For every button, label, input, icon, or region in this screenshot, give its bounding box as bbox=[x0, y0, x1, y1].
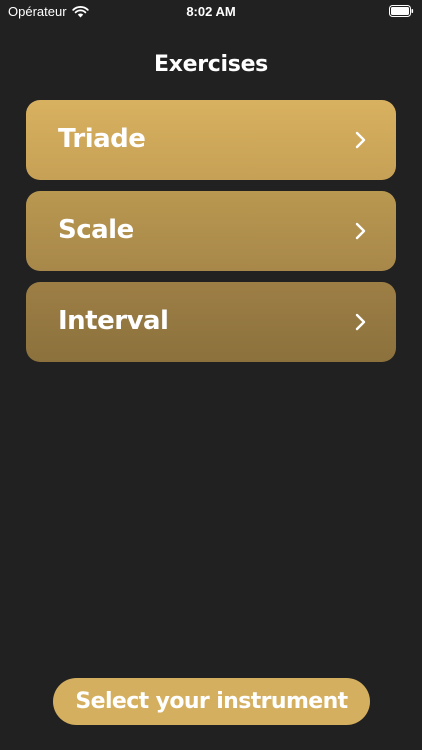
exercise-label: Scale bbox=[58, 215, 134, 245]
chevron-right-icon bbox=[355, 131, 366, 149]
select-instrument-button[interactable]: Select your instrument bbox=[53, 678, 370, 725]
chevron-right-icon bbox=[355, 222, 366, 240]
status-bar: Opérateur 8:02 AM bbox=[0, 0, 422, 24]
exercise-label: Interval bbox=[58, 306, 169, 336]
exercise-interval-button[interactable]: Interval bbox=[26, 282, 396, 362]
chevron-right-icon bbox=[355, 313, 366, 331]
exercise-label: Triade bbox=[58, 124, 146, 154]
exercise-triade-button[interactable]: Triade bbox=[26, 100, 396, 180]
page-title: Exercises bbox=[154, 52, 268, 77]
status-time: 8:02 AM bbox=[186, 4, 236, 19]
exercise-scale-button[interactable]: Scale bbox=[26, 191, 396, 271]
exercise-list: Triade Scale Interval bbox=[26, 100, 396, 373]
battery-icon bbox=[389, 5, 414, 17]
